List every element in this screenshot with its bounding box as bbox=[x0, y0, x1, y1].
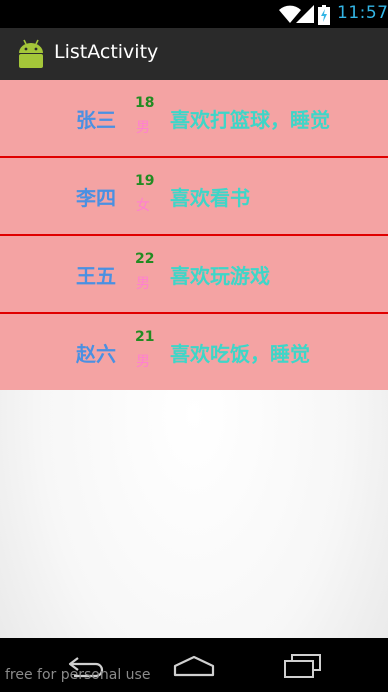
item-gender: 男 bbox=[136, 354, 150, 370]
item-age: 18 bbox=[135, 95, 155, 111]
status-bar: 11:57 bbox=[0, 0, 388, 28]
list-item[interactable]: 赵六 21 男 喜欢吃饭，睡觉 bbox=[0, 314, 388, 390]
item-gender: 男 bbox=[136, 120, 150, 136]
page-title: ListActivity bbox=[54, 41, 159, 63]
recent-apps-icon[interactable] bbox=[280, 652, 324, 680]
navigation-bar bbox=[0, 638, 388, 692]
clock: 11:57 bbox=[337, 3, 388, 23]
item-gender: 男 bbox=[136, 276, 150, 292]
action-bar: ListActivity bbox=[0, 28, 388, 81]
item-name: 李四 bbox=[76, 186, 116, 210]
item-hobby: 喜欢吃饭，睡觉 bbox=[170, 342, 310, 366]
item-hobby: 喜欢玩游戏 bbox=[170, 264, 270, 288]
item-gender: 女 bbox=[136, 198, 150, 214]
list-item[interactable]: 张三 18 男 喜欢打篮球，睡觉 bbox=[0, 80, 388, 156]
content-area: 张三 18 男 喜欢打篮球，睡觉 李四 19 女 喜欢看书 王五 22 男 喜欢… bbox=[0, 80, 388, 638]
battery-charging-icon bbox=[318, 5, 330, 25]
item-age: 19 bbox=[135, 173, 155, 189]
signal-icon bbox=[296, 5, 314, 23]
list-item[interactable]: 李四 19 女 喜欢看书 bbox=[0, 158, 388, 234]
item-age: 21 bbox=[135, 329, 155, 345]
watermark-text: free for personal use bbox=[5, 667, 151, 683]
item-name: 张三 bbox=[76, 108, 116, 132]
item-name: 王五 bbox=[76, 264, 116, 288]
item-name: 赵六 bbox=[76, 342, 116, 366]
list-item[interactable]: 王五 22 男 喜欢玩游戏 bbox=[0, 236, 388, 312]
student-list: 张三 18 男 喜欢打篮球，睡觉 李四 19 女 喜欢看书 王五 22 男 喜欢… bbox=[0, 80, 388, 390]
item-age: 22 bbox=[135, 251, 155, 267]
item-hobby: 喜欢打篮球，睡觉 bbox=[170, 108, 330, 132]
item-hobby: 喜欢看书 bbox=[170, 186, 250, 210]
home-icon[interactable] bbox=[172, 652, 216, 680]
android-robot-icon bbox=[19, 39, 43, 68]
